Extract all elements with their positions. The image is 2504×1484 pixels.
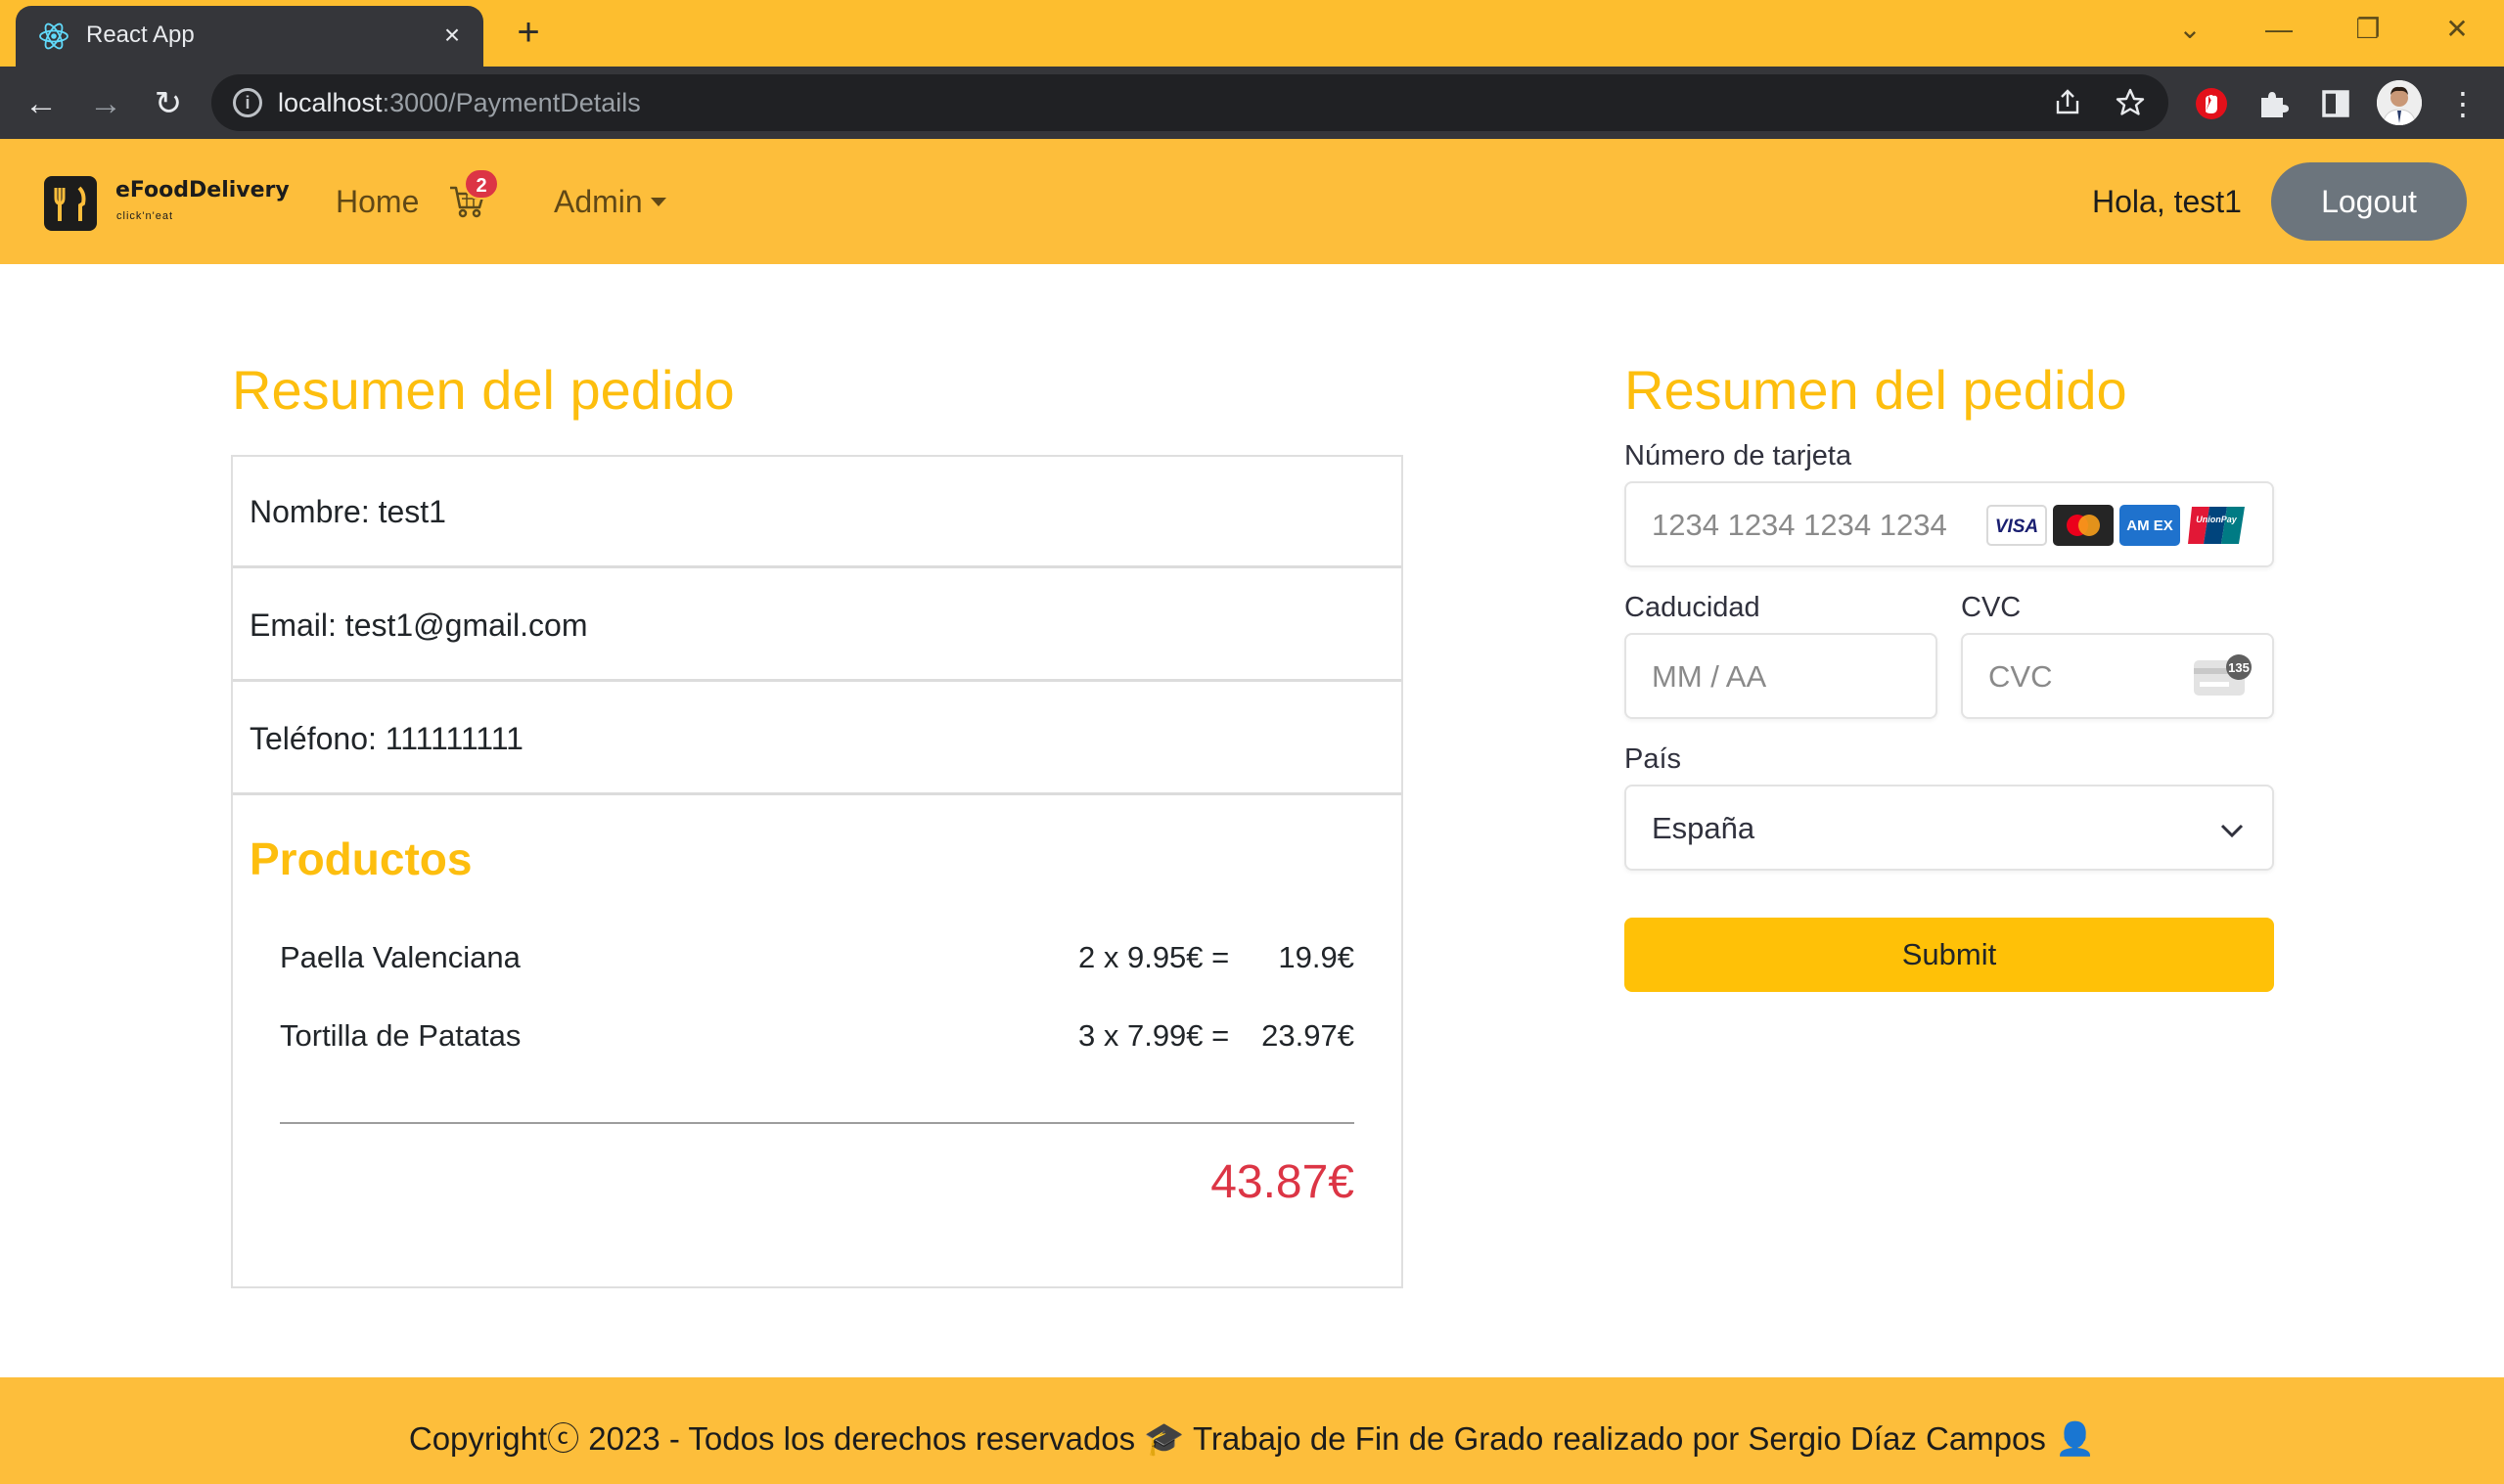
extensions-puzzle-icon[interactable] — [2254, 84, 2293, 123]
product-total: 23.97€ — [1261, 1018, 1354, 1053]
fork-knife-icon — [54, 186, 86, 221]
back-icon[interactable]: ← — [20, 82, 63, 125]
expiry-placeholder: MM / AA — [1652, 659, 1767, 694]
visa-text: VISA — [1995, 517, 2038, 537]
mastercard-icon — [2053, 505, 2114, 546]
page-footer: Copyrightⓒ 2023 - Todos los derechos res… — [0, 1377, 2504, 1484]
user-greeting: Hola, test1 — [2092, 184, 2242, 219]
browser-toolbar: ← → ↻ i localhost:3000/PaymentDetails ⋮ — [0, 67, 2504, 139]
expiry-label: Caducidad — [1624, 592, 1760, 623]
country-label: País — [1624, 743, 1682, 775]
window-close-icon[interactable]: ✕ — [2434, 10, 2481, 49]
tab-title: React App — [86, 22, 195, 48]
products-title: Productos — [250, 833, 473, 884]
url-text: localhost:3000/PaymentDetails — [278, 88, 641, 117]
site-info-icon[interactable]: i — [233, 88, 262, 117]
brand-logo[interactable] — [44, 176, 97, 231]
order-summary-title: Resumen del pedido — [232, 359, 735, 421]
product-qty-price: 3 x 7.99€ = — [1078, 1018, 1230, 1053]
customer-name: Nombre: test1 — [250, 494, 446, 529]
caret-down-icon — [650, 198, 666, 206]
admin-dropdown[interactable]: Admin — [554, 184, 666, 220]
admin-label: Admin — [554, 184, 643, 219]
card-number-label: Número de tarjeta — [1624, 440, 1852, 472]
reload-icon[interactable]: ↻ — [147, 82, 190, 125]
product-qty-price: 2 x 9.95€ = — [1078, 940, 1230, 974]
tab-search-icon[interactable]: ⌄ — [2166, 10, 2213, 49]
browser-tab[interactable]: React App × — [16, 6, 483, 67]
customer-email: Email: test1@gmail.com — [250, 607, 588, 643]
country-value: España — [1652, 811, 1755, 845]
side-panel-icon[interactable] — [2316, 84, 2355, 123]
profile-photo-icon — [2377, 80, 2422, 125]
logout-button[interactable]: Logout — [2271, 162, 2467, 241]
nav-home-link[interactable]: Home — [336, 184, 419, 220]
restore-icon[interactable]: ❐ — [2345, 10, 2391, 49]
order-grand-total: 43.87€ — [1210, 1156, 1354, 1208]
profile-avatar[interactable] — [2377, 80, 2422, 125]
bookmark-star-icon[interactable] — [2114, 86, 2147, 119]
extension-shield-icon[interactable] — [2192, 84, 2231, 123]
customer-phone: Teléfono: 111111111 — [250, 721, 524, 756]
payment-title: Resumen del pedido — [1624, 359, 2127, 421]
amex-icon: AM EX — [2119, 505, 2180, 546]
react-icon — [39, 22, 68, 50]
address-bar[interactable]: i localhost:3000/PaymentDetails — [211, 74, 2168, 131]
share-icon[interactable] — [2051, 86, 2084, 119]
order-summary-card: Nombre: test1 Email: test1@gmail.com Tel… — [231, 455, 1403, 1288]
product-name: Tortilla de Patatas — [280, 1018, 522, 1053]
new-tab-icon[interactable]: + — [509, 13, 548, 53]
cvc-badge-text: 135 — [2228, 660, 2250, 675]
customer-name-row: Nombre: test1 — [233, 457, 1401, 568]
amex-text: AM EX — [2126, 517, 2173, 534]
product-row: Tortilla de Patatas 3 x 7.99€ = 23.97€ — [280, 1018, 1354, 1067]
customer-email-row: Email: test1@gmail.com — [233, 570, 1401, 682]
forward-icon[interactable]: → — [84, 82, 127, 125]
card-number-input[interactable]: 1234 1234 1234 1234 VISA AM EX UnionPay — [1624, 481, 2274, 567]
cart-count-badge: 2 — [464, 168, 499, 200]
chevron-down-icon — [2220, 824, 2244, 838]
unionpay-icon: UnionPay — [2186, 505, 2247, 546]
browser-tab-bar: React App × + ⌄ — ❐ ✕ — [0, 0, 2504, 67]
products-divider — [280, 1122, 1354, 1124]
product-row: Paella Valenciana 2 x 9.95€ = 19.9€ — [280, 940, 1354, 989]
app-navbar: eFoodDelivery click'n'eat Home 2 Admin H… — [0, 139, 2504, 264]
submit-button[interactable]: Submit — [1624, 918, 2274, 992]
tab-close-icon[interactable]: × — [434, 18, 470, 53]
product-total: 19.9€ — [1278, 940, 1354, 974]
cvc-input[interactable]: CVC 135 — [1961, 633, 2274, 719]
brand-tagline: click'n'eat — [116, 210, 173, 222]
country-select[interactable]: España — [1624, 785, 2274, 871]
cvc-label: CVC — [1961, 592, 2022, 623]
visa-icon: VISA — [1986, 505, 2047, 546]
minimize-icon[interactable]: — — [2255, 10, 2302, 49]
customer-phone-row: Teléfono: 111111111 — [233, 684, 1401, 795]
cvc-placeholder: CVC — [1988, 659, 2053, 694]
brand-name[interactable]: eFoodDelivery — [115, 178, 290, 202]
card-number-placeholder: 1234 1234 1234 1234 — [1652, 508, 1947, 542]
unionpay-text: UnionPay — [2196, 515, 2238, 524]
product-name: Paella Valenciana — [280, 940, 521, 974]
footer-text: Copyrightⓒ 2023 - Todos los derechos res… — [408, 1420, 2096, 1457]
expiry-input[interactable]: MM / AA — [1624, 633, 1937, 719]
cvc-card-icon: 135 — [2194, 654, 2252, 696]
browser-menu-icon[interactable]: ⋮ — [2443, 84, 2482, 123]
